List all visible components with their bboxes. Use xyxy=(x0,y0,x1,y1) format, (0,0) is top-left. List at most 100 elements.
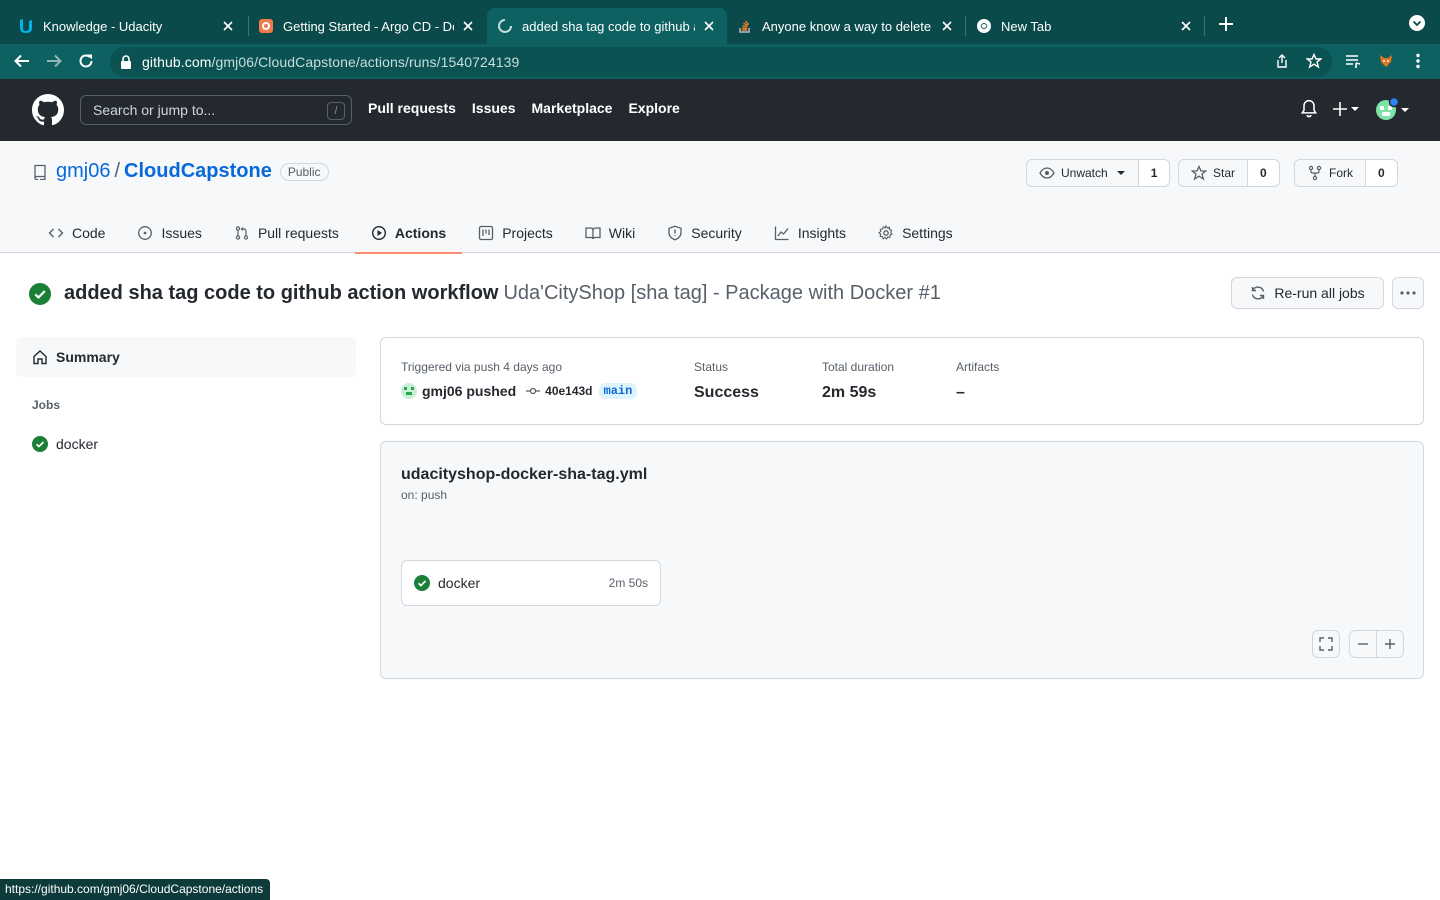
browser-tab-github-run[interactable]: added sha tag code to github action work… xyxy=(487,8,727,44)
fullscreen-button[interactable] xyxy=(1312,630,1340,658)
star-button-group: Star 0 xyxy=(1178,159,1280,187)
sidebar-job-docker[interactable]: docker xyxy=(32,436,98,452)
job-card-docker[interactable]: docker 2m 50s xyxy=(401,560,661,606)
search-input[interactable] xyxy=(93,102,313,118)
duration-label: Total duration xyxy=(822,360,895,374)
extension-fox-icon[interactable] xyxy=(1376,51,1396,71)
commit-message: added sha tag code to github action work… xyxy=(64,282,499,304)
browser-toolbar: github.com/gmj06/CloudCapstone/actions/r… xyxy=(0,44,1440,79)
tab-search-chevron-icon[interactable] xyxy=(1408,14,1426,32)
tab-title: Knowledge - Udacity xyxy=(43,18,163,34)
create-new-plus-icon[interactable] xyxy=(1333,101,1361,117)
fork-icon xyxy=(1308,165,1322,181)
avatar[interactable] xyxy=(401,383,417,399)
close-icon[interactable] xyxy=(939,18,955,34)
tab-pull-requests[interactable]: Pull requests xyxy=(218,212,355,253)
pusher-text[interactable]: gmj06 pushed xyxy=(422,383,516,399)
tab-wiki[interactable]: Wiki xyxy=(569,212,651,253)
unwatch-label: Unwatch xyxy=(1061,166,1108,180)
bell-icon[interactable] xyxy=(1300,99,1318,119)
tab-projects[interactable]: Projects xyxy=(462,212,569,253)
sync-icon xyxy=(1252,286,1265,300)
tab-title: added sha tag code to github action work… xyxy=(522,18,695,34)
browser-tab-new-tab[interactable]: New Tab xyxy=(966,8,1204,44)
gear-icon xyxy=(878,224,893,240)
browser-tab-strip: Knowledge - Udacity Getting Started - Ar… xyxy=(0,0,1440,44)
tab-label: Wiki xyxy=(608,224,636,241)
browser-menu-icon[interactable] xyxy=(1408,51,1428,71)
tab-label: Actions xyxy=(394,224,447,241)
unwatch-button[interactable]: Unwatch xyxy=(1026,159,1139,187)
rerun-all-jobs-button[interactable]: Re-run all jobs xyxy=(1231,277,1384,309)
tab-security[interactable]: Security xyxy=(651,212,758,253)
tab-insights[interactable]: Insights xyxy=(758,212,862,253)
tab-title: New Tab xyxy=(1001,18,1052,34)
tab-code[interactable]: Code xyxy=(32,212,121,253)
run-title: added sha tag code to github action work… xyxy=(29,282,941,305)
star-count[interactable]: 0 xyxy=(1248,159,1280,187)
plus-icon xyxy=(1385,639,1395,649)
repo-name-link[interactable]: CloudCapstone xyxy=(124,160,272,183)
github-icon xyxy=(497,18,513,34)
github-logo-icon[interactable] xyxy=(32,94,64,126)
commit-sha-link[interactable]: 40e143d xyxy=(526,384,593,398)
trigger-label: Triggered via push 4 days ago xyxy=(401,360,562,374)
nav-explore[interactable]: Explore xyxy=(628,100,679,116)
tab-label: Settings xyxy=(902,224,953,241)
watch-count[interactable]: 1 xyxy=(1138,159,1171,187)
nav-pull-requests[interactable]: Pull requests xyxy=(368,100,456,116)
job-name: docker xyxy=(56,436,99,452)
jobs-heading: Jobs xyxy=(32,398,61,412)
sidebar-summary-link[interactable]: Summary xyxy=(16,337,356,377)
url-path: /gmj06/CloudCapstone/actions/runs/154072… xyxy=(211,54,520,70)
artifacts-value: – xyxy=(956,384,965,401)
zoom-out-button[interactable] xyxy=(1349,630,1377,658)
fork-button-group: Fork 0 xyxy=(1294,159,1398,187)
repo-title: gmj06 / CloudCapstone Public xyxy=(32,160,329,183)
close-icon[interactable] xyxy=(701,18,717,34)
artifacts-label: Artifacts xyxy=(956,360,1000,374)
reload-icon[interactable] xyxy=(76,51,96,71)
github-header: / Pull requests Issues Marketplace Explo… xyxy=(0,79,1440,141)
browser-tab-stackoverflow[interactable]: Anyone know a way to delete a workflow f… xyxy=(727,8,965,44)
search-box[interactable]: / xyxy=(80,95,352,125)
tab-issues[interactable]: Issues xyxy=(121,212,217,253)
tab-label: Security xyxy=(691,224,742,241)
fork-count[interactable]: 0 xyxy=(1366,159,1398,187)
browser-tab-udacity[interactable]: Knowledge - Udacity xyxy=(8,8,246,44)
visibility-badge: Public xyxy=(279,162,329,181)
tab-actions[interactable]: Actions xyxy=(354,212,463,254)
tab-settings[interactable]: Settings xyxy=(862,212,969,253)
share-icon[interactable] xyxy=(1272,51,1292,71)
zoom-in-button[interactable] xyxy=(1376,630,1404,658)
commit-sha: 40e143d xyxy=(545,384,593,398)
close-icon[interactable] xyxy=(220,18,236,34)
close-icon[interactable] xyxy=(1178,18,1194,34)
more-options-button[interactable] xyxy=(1392,277,1424,309)
user-avatar-menu[interactable] xyxy=(1375,97,1411,123)
back-arrow-icon[interactable] xyxy=(12,51,32,71)
trigger-details: gmj06 pushed 40e143d main xyxy=(401,383,638,399)
address-bar[interactable]: github.com/gmj06/CloudCapstone/actions/r… xyxy=(110,47,1332,77)
reading-list-icon[interactable] xyxy=(1343,51,1363,71)
pull-request-icon xyxy=(235,225,249,240)
fork-button[interactable]: Fork xyxy=(1294,159,1366,187)
tab-label: Issues xyxy=(161,224,202,241)
bookmark-star-icon[interactable] xyxy=(1304,51,1324,71)
repo-owner-link[interactable]: gmj06 xyxy=(56,160,110,183)
nav-issues[interactable]: Issues xyxy=(472,100,516,116)
check-circle-icon xyxy=(32,436,48,452)
close-icon[interactable] xyxy=(460,18,476,34)
workflow-file-name: udacityshop-docker-sha-tag.yml xyxy=(401,466,648,483)
run-summary-box: Triggered via push 4 days ago gmj06 push… xyxy=(380,337,1424,425)
kebab-horizontal-icon xyxy=(1400,291,1416,295)
star-button[interactable]: Star xyxy=(1178,159,1249,187)
nav-marketplace[interactable]: Marketplace xyxy=(532,100,613,116)
browser-tab-argo[interactable]: Getting Started - Argo CD - Declarative … xyxy=(248,8,486,44)
url-text: github.com/gmj06/CloudCapstone/actions/r… xyxy=(142,54,519,70)
forward-arrow-icon[interactable] xyxy=(44,51,64,71)
expand-icon xyxy=(1319,637,1333,651)
new-tab-plus-icon[interactable] xyxy=(1216,14,1236,34)
branch-label[interactable]: main xyxy=(598,383,638,399)
repo-header: gmj06 / CloudCapstone Public Unwatch 1 S… xyxy=(0,141,1440,254)
